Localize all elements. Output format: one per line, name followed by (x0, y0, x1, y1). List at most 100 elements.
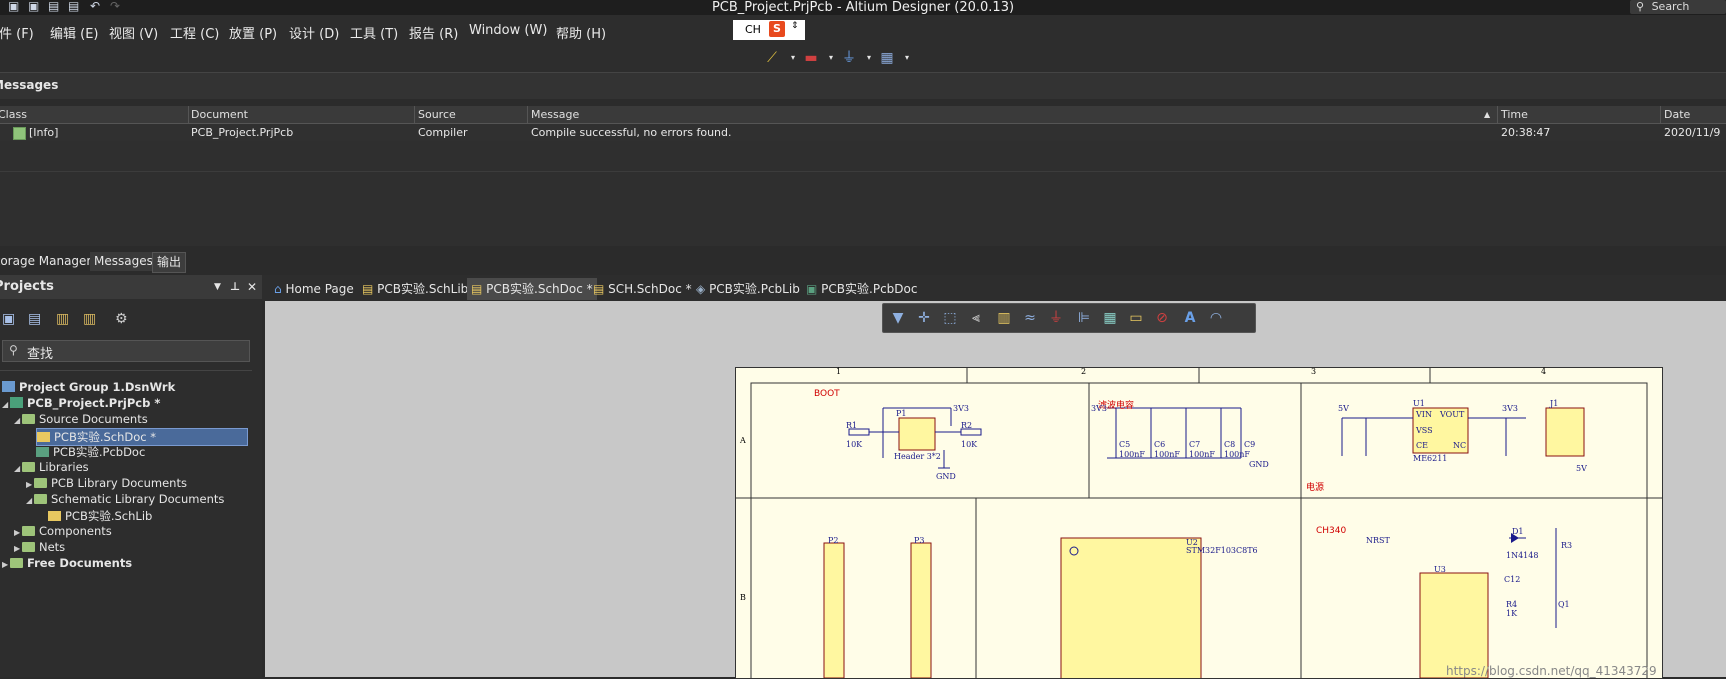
col-time[interactable]: Time (1501, 108, 1528, 121)
tree-item-pcb-library-documents[interactable]: ▶ PCB Library Documents (26, 476, 187, 490)
bus-tool-icon[interactable]: ▬ (802, 49, 820, 67)
pcb-doc-icon (36, 447, 49, 457)
dropdown-arrow-icon[interactable]: ▾ (898, 49, 916, 67)
arc-icon[interactable]: ◠ (1207, 309, 1225, 327)
label-d1-part: 1N4148 (1506, 551, 1539, 560)
col-message[interactable]: Message (531, 108, 579, 121)
text-icon[interactable]: A (1181, 309, 1199, 327)
label-p3: P3 (914, 536, 925, 545)
menu-bar: 文件 (F) 编辑 (E) 视图 (V) 工程 (C) 放置 (P) 设计 (D… (0, 15, 1726, 45)
dropdown-arrow-icon[interactable]: ▾ (822, 49, 840, 67)
tab-pcb-schdoc-active[interactable]: ▤ PCB实验.SchDoc * (467, 278, 597, 300)
port-icon[interactable]: ▭ (1127, 309, 1145, 327)
tab-home-page[interactable]: ⌂ Home Page (270, 278, 358, 300)
menu-view[interactable]: 视图 (V) (109, 23, 158, 42)
save-project-icon[interactable]: ▣ (2, 311, 15, 327)
expand-icon[interactable]: ◢ (26, 496, 34, 505)
collapse-icon[interactable]: ▶ (14, 544, 22, 553)
tab-pcb-pcblib[interactable]: ◈ PCB实验.PcbLib (692, 278, 804, 300)
tree-item-free-documents[interactable]: ▶ Free Documents (2, 556, 132, 570)
col-class[interactable]: Class (0, 108, 27, 121)
tree-item-source-documents[interactable]: ◢ Source Documents (14, 412, 148, 426)
tab-messages[interactable]: Messages (90, 252, 157, 271)
tab-pcb-pcbdoc[interactable]: ▣ PCB实验.PcbDoc (802, 278, 921, 300)
power-port-icon[interactable]: ⏚ (1047, 309, 1065, 327)
tab-sch-schdoc[interactable]: ▤ SCH.SchDoc * (589, 278, 696, 300)
schematic-sheet: 1 2 3 4 A B BOOT 滤波电容 电源 CH340 R1 10K R2… (735, 367, 1663, 679)
folder-icon (10, 558, 23, 568)
tab-output[interactable]: 输出 (152, 252, 187, 273)
col-document[interactable]: Document (191, 108, 248, 121)
ime-arrows-icon[interactable]: ⇕ (791, 21, 799, 31)
no-erc-icon[interactable]: ⊘ (1153, 309, 1171, 327)
menu-file[interactable]: 文件 (F) (0, 23, 34, 42)
label-j1-5v: 5V (1576, 464, 1587, 473)
tab-pcb-schlib[interactable]: ▤ PCB实验.SchLib (358, 278, 472, 300)
select-icon[interactable]: ⬚ (941, 309, 959, 327)
tree-item-nets[interactable]: ▶ Nets (14, 540, 65, 554)
label-c9: C9 (1244, 440, 1256, 449)
label-j1: J1 (1550, 399, 1559, 408)
tree-item-libraries[interactable]: ◢ Libraries (14, 460, 89, 474)
folder-icon (34, 494, 47, 504)
move-icon[interactable]: ✛ (915, 309, 933, 327)
messages-panel-title: Messages (0, 78, 59, 92)
tree-item-schlib[interactable]: PCB实验.SchLib (48, 508, 152, 524)
ime-indicator[interactable]: CH S ⇕ (733, 20, 805, 40)
search-input[interactable]: ⚲ 查找 (2, 340, 250, 362)
ime-label: CH (745, 23, 761, 36)
folder-icon (22, 414, 35, 424)
filter-icon[interactable]: ▼ (889, 309, 907, 327)
dropdown-arrow-icon[interactable]: ▾ (784, 49, 802, 67)
label-vss: VSS (1416, 426, 1433, 435)
project-options-icon[interactable]: ▥ (56, 311, 69, 327)
menu-tools[interactable]: 工具 (T) (350, 23, 398, 42)
menu-reports[interactable]: 报告 (R) (409, 23, 458, 42)
expand-icon[interactable]: ◢ (14, 416, 22, 425)
expand-icon[interactable]: ◢ (14, 464, 22, 473)
wire-icon[interactable]: ≈ (1021, 309, 1039, 327)
tree-item-schematic-library-documents[interactable]: ◢ Schematic Library Documents (26, 492, 224, 506)
close-icon[interactable]: ✕ (247, 275, 257, 299)
search-label: Search (1651, 0, 1690, 13)
wire-tool-icon[interactable]: ⟋ (763, 49, 781, 67)
collapse-icon[interactable]: ▶ (14, 528, 22, 537)
ground-tool-icon[interactable]: ⏚ (840, 49, 858, 67)
tab-storage-manager[interactable]: Storage Manager (0, 252, 95, 271)
label-d1: D1 (1512, 527, 1524, 536)
section-ch340: CH340 (1316, 526, 1347, 536)
gear-icon[interactable]: ⚙ (115, 311, 128, 327)
compile-icon[interactable]: ▤ (28, 311, 41, 327)
panel-menu-icon[interactable]: ▼ (214, 275, 221, 299)
tree-item-workspace[interactable]: Project Group 1.DsnWrk (2, 380, 175, 394)
menu-help[interactable]: 帮助 (H) (556, 23, 606, 42)
menu-design[interactable]: 设计 (D) (289, 23, 339, 42)
collapse-icon[interactable]: ▶ (26, 480, 34, 489)
align-icon[interactable]: ⫷ (967, 309, 985, 327)
tree-item-components[interactable]: ▶ Components (14, 524, 112, 538)
col-source[interactable]: Source (418, 108, 456, 121)
dropdown-arrow-icon[interactable]: ▾ (860, 49, 878, 67)
add-folder-icon[interactable]: ▥ (83, 311, 96, 327)
message-row[interactable]: [Info] PCB_Project.PrjPcb Compiler Compi… (0, 124, 1726, 141)
folder-icon (22, 526, 35, 536)
harness-icon[interactable]: ▦ (1101, 309, 1119, 327)
grid-icon[interactable]: ▦ (878, 49, 896, 67)
net-label-icon[interactable]: ⊫ (1075, 309, 1093, 327)
label-3v3: 3V3 (953, 404, 969, 413)
place-part-icon[interactable]: ▥ (995, 309, 1013, 327)
tree-item-project[interactable]: ◢ PCB_Project.PrjPcb * (2, 396, 160, 410)
home-icon: ⌂ (274, 282, 282, 296)
col-date[interactable]: Date (1664, 108, 1690, 121)
menu-project[interactable]: 工程 (C) (170, 23, 219, 42)
menu-edit[interactable]: 编辑 (E) (50, 23, 99, 42)
messages-column-header: Class Document Source Message ▲ Time Dat… (0, 106, 1726, 124)
label-p1-type: Header 3*2 (894, 452, 941, 461)
pin-icon[interactable]: ⊥ (230, 275, 240, 299)
tree-item-pcbdoc[interactable]: PCB实验.PcbDoc (36, 444, 145, 460)
menu-window[interactable]: Window (W) (469, 23, 547, 38)
collapse-icon[interactable]: ▶ (2, 560, 10, 569)
expand-icon[interactable]: ◢ (2, 400, 10, 409)
menu-place[interactable]: 放置 (P) (229, 23, 277, 42)
search-box[interactable]: ⚲ Search (1630, 0, 1726, 14)
